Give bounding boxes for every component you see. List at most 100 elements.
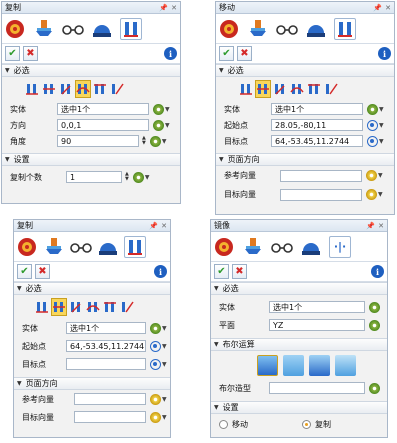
cancel-button[interactable]: ✖ (23, 46, 38, 61)
mode-point-icon[interactable] (51, 298, 67, 316)
dome-icon[interactable] (305, 18, 327, 40)
section-settings[interactable]: ▼ 设置 (211, 401, 387, 414)
target-point-field[interactable]: 64,-53.45,11.2744 (271, 135, 363, 147)
bool-shape-field[interactable] (269, 382, 365, 394)
angle-spinner[interactable]: ▲ ▼ (142, 136, 146, 146)
info-icon[interactable]: i (154, 265, 167, 278)
glasses-icon[interactable] (276, 18, 298, 40)
mode-move-icon[interactable] (24, 80, 40, 98)
close-icon[interactable]: ✕ (378, 222, 384, 230)
count-field[interactable]: 1 (66, 171, 122, 183)
green-option-icon[interactable] (369, 382, 380, 394)
glasses-icon[interactable] (271, 236, 293, 258)
section-required[interactable]: ▼ 必选 (14, 282, 170, 295)
dome-icon[interactable] (300, 236, 322, 258)
mode-point-icon[interactable] (255, 80, 271, 98)
section-boolean[interactable]: ▼ 布尔运算 (211, 338, 387, 351)
ref-vector-field[interactable] (74, 393, 146, 405)
ref-vector-field[interactable] (280, 169, 362, 182)
mode-align-icon[interactable] (323, 80, 339, 98)
wheel-icon[interactable] (4, 18, 26, 40)
glasses-icon[interactable] (70, 236, 92, 258)
transform-icon[interactable] (120, 17, 142, 40)
ok-button[interactable]: ✔ (219, 46, 234, 61)
dropdown-arrow-icon[interactable]: ▼ (162, 343, 167, 350)
dropdown-arrow-icon[interactable]: ▼ (162, 396, 167, 403)
angle-field[interactable]: 90 (57, 135, 139, 147)
target-pick-icon[interactable] (367, 135, 378, 147)
green-option-icon[interactable] (153, 119, 164, 131)
pin-icon[interactable]: 📌 (373, 4, 382, 12)
entity-field[interactable]: 选中1个 (66, 322, 146, 334)
cancel-button[interactable]: ✖ (232, 264, 247, 279)
dropdown-arrow-icon[interactable]: ▼ (165, 106, 170, 113)
ok-button[interactable]: ✔ (214, 264, 229, 279)
stamp-icon[interactable] (43, 236, 65, 258)
ok-button[interactable]: ✔ (17, 264, 32, 279)
start-point-field[interactable]: 64,-53.45,11.2744 (66, 340, 146, 352)
close-icon[interactable]: ✕ (385, 4, 391, 12)
dropdown-arrow-icon[interactable]: ▼ (162, 414, 167, 421)
dropdown-arrow-icon[interactable]: ▼ (145, 174, 150, 181)
dropdown-arrow-icon[interactable]: ▼ (162, 361, 167, 368)
cancel-button[interactable]: ✖ (237, 46, 252, 61)
yellow-option-icon[interactable] (150, 393, 161, 405)
mode-axis-icon[interactable] (92, 80, 108, 98)
section-required[interactable]: ▼ 必选 (2, 64, 180, 77)
green-option-icon[interactable] (149, 135, 161, 147)
section-settings[interactable]: ▼ 设置 (2, 153, 180, 166)
info-icon[interactable]: i (378, 47, 391, 60)
mode-align-icon[interactable] (119, 298, 135, 316)
entity-field[interactable]: 选中1个 (271, 103, 363, 115)
stamp-icon[interactable] (33, 18, 55, 40)
green-option-icon[interactable] (369, 319, 380, 331)
mode-axis-icon[interactable] (306, 80, 322, 98)
close-icon[interactable]: ✕ (161, 222, 167, 230)
yellow-option-icon[interactable] (366, 189, 377, 200)
target-point-field[interactable] (66, 358, 146, 370)
close-icon[interactable]: ✕ (171, 4, 177, 12)
plane-field[interactable]: YZ (269, 319, 365, 331)
dropdown-arrow-icon[interactable]: ▼ (379, 138, 384, 145)
info-icon[interactable]: i (371, 265, 384, 278)
count-spinner[interactable]: ▲ ▼ (125, 172, 129, 182)
cancel-button[interactable]: ✖ (35, 264, 50, 279)
glasses-icon[interactable] (62, 18, 84, 40)
green-option-icon[interactable] (150, 322, 161, 334)
section-orientation[interactable]: ▼ 页面方向 (14, 377, 170, 390)
mirror-icon[interactable]: ·|· (329, 235, 351, 258)
dropdown-arrow-icon[interactable]: ▼ (379, 106, 384, 113)
target-vector-field[interactable] (74, 411, 146, 423)
section-required[interactable]: ▼ 必选 (216, 64, 394, 77)
entity-field[interactable]: 选中1个 (57, 103, 149, 115)
dome-icon[interactable] (91, 18, 113, 40)
wheel-icon[interactable] (218, 18, 240, 40)
yellow-option-icon[interactable] (150, 411, 161, 423)
mode-dual-icon[interactable] (68, 298, 84, 316)
mode-rotate-icon[interactable] (75, 80, 91, 98)
dropdown-arrow-icon[interactable]: ▼ (378, 191, 383, 198)
pin-icon[interactable]: 📌 (159, 4, 168, 12)
bool-subtract-icon[interactable] (309, 354, 330, 376)
green-option-icon[interactable] (369, 301, 380, 313)
copy-radio[interactable] (302, 419, 311, 429)
green-option-icon[interactable] (367, 103, 378, 115)
pin-icon[interactable]: 📌 (149, 222, 158, 230)
mode-move-icon[interactable] (34, 298, 50, 316)
move-radio[interactable] (219, 419, 228, 429)
wheel-icon[interactable] (16, 236, 38, 258)
dropdown-arrow-icon[interactable]: ▼ (162, 138, 167, 145)
mode-rotate-icon[interactable] (85, 298, 101, 316)
dropdown-arrow-icon[interactable]: ▼ (165, 122, 170, 129)
yellow-option-icon[interactable] (366, 170, 377, 181)
mode-move-icon[interactable] (238, 80, 254, 98)
target-pick-icon[interactable] (150, 358, 161, 370)
bool-base-icon[interactable] (257, 354, 278, 376)
dropdown-arrow-icon[interactable]: ▼ (162, 325, 167, 332)
dome-icon[interactable] (97, 236, 119, 258)
section-orientation[interactable]: ▼ 页面方向 (216, 153, 394, 166)
mode-dual-icon[interactable] (272, 80, 288, 98)
transform-icon[interactable] (124, 235, 146, 258)
section-required[interactable]: ▼ 必选 (211, 282, 387, 295)
stamp-icon[interactable] (247, 18, 269, 40)
